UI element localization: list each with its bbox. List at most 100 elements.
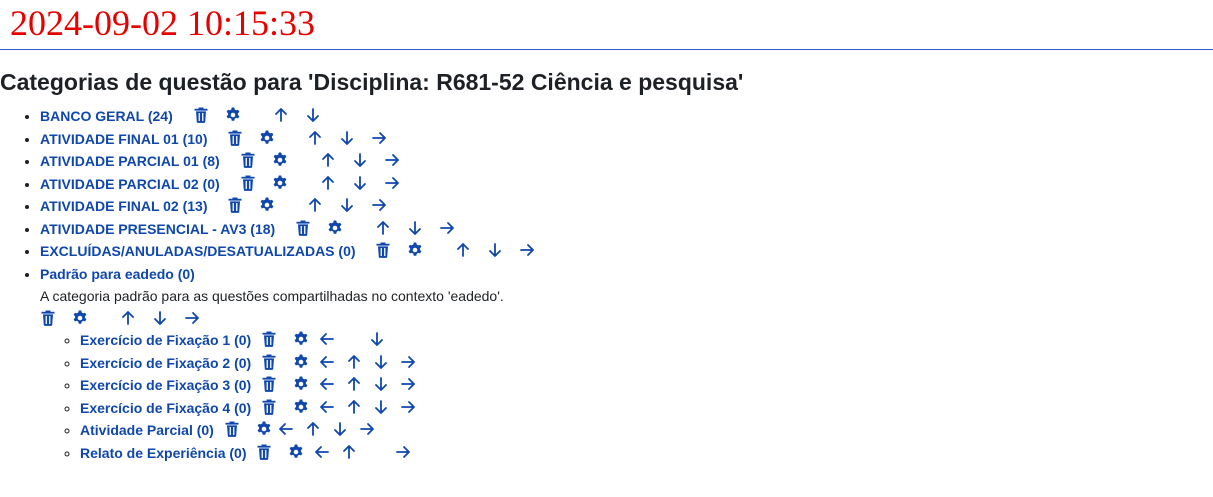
- arrow-right-icon[interactable]: [384, 175, 400, 191]
- list-item: BANCO GERAL (24): [40, 105, 535, 128]
- category-link[interactable]: BANCO GERAL (24): [40, 108, 173, 124]
- subcategory-list: Exercício de Fixação 1 (0) Exercício de …: [40, 329, 535, 464]
- arrow-down-icon[interactable]: [369, 331, 385, 347]
- settings-icon[interactable]: [259, 197, 275, 213]
- list-item: Atividade Parcial (0): [80, 419, 535, 442]
- arrow-up-icon[interactable]: [346, 376, 362, 392]
- subcategory-link[interactable]: Exercício de Fixação 2 (0): [80, 355, 251, 371]
- list-item: EXCLUÍDAS/ANULADAS/DESATUALIZADAS (0): [40, 240, 535, 263]
- arrow-right-icon[interactable]: [371, 197, 387, 213]
- arrow-up-icon[interactable]: [346, 354, 362, 370]
- arrow-down-icon[interactable]: [305, 107, 321, 123]
- arrow-right-icon[interactable]: [439, 220, 455, 236]
- list-item: Exercício de Fixação 4 (0): [80, 397, 535, 420]
- list-item: Exercício de Fixação 3 (0): [80, 374, 535, 397]
- delete-icon[interactable]: [256, 444, 272, 460]
- arrow-right-icon[interactable]: [384, 152, 400, 168]
- delete-icon[interactable]: [227, 130, 243, 146]
- settings-icon[interactable]: [293, 376, 309, 392]
- category-link[interactable]: ATIVIDADE PRESENCIAL - AV3 (18): [40, 221, 275, 237]
- arrow-right-icon[interactable]: [400, 399, 416, 415]
- arrow-down-icon[interactable]: [373, 399, 389, 415]
- arrow-left-icon[interactable]: [314, 444, 330, 460]
- arrow-right-icon[interactable]: [519, 242, 535, 258]
- arrow-right-icon[interactable]: [400, 376, 416, 392]
- settings-icon[interactable]: [288, 444, 304, 460]
- settings-icon[interactable]: [407, 242, 423, 258]
- category-link[interactable]: Padrão para eadedo (0): [40, 266, 195, 282]
- arrow-down-icon[interactable]: [487, 242, 503, 258]
- settings-icon[interactable]: [293, 354, 309, 370]
- list-item: Exercício de Fixação 1 (0): [80, 329, 535, 352]
- settings-icon[interactable]: [327, 220, 343, 236]
- delete-icon[interactable]: [261, 331, 277, 347]
- settings-icon[interactable]: [293, 331, 309, 347]
- arrow-down-icon[interactable]: [352, 175, 368, 191]
- arrow-left-icon[interactable]: [319, 376, 335, 392]
- timestamp: 2024-09-02 10:15:33: [10, 3, 315, 43]
- settings-icon[interactable]: [259, 130, 275, 146]
- settings-icon[interactable]: [72, 310, 88, 326]
- category-link[interactable]: ATIVIDADE FINAL 01 (10): [40, 131, 208, 147]
- arrow-up-icon[interactable]: [346, 399, 362, 415]
- list-item: ATIVIDADE PARCIAL 02 (0): [40, 173, 535, 196]
- category-link[interactable]: ATIVIDADE FINAL 02 (13): [40, 198, 208, 214]
- settings-icon[interactable]: [256, 421, 272, 437]
- arrow-right-icon[interactable]: [184, 310, 200, 326]
- arrow-up-icon[interactable]: [273, 107, 289, 123]
- delete-icon[interactable]: [224, 421, 240, 437]
- delete-icon[interactable]: [240, 175, 256, 191]
- arrow-up-icon[interactable]: [455, 242, 471, 258]
- arrow-down-icon[interactable]: [339, 197, 355, 213]
- header-divider: [0, 49, 1213, 50]
- arrow-down-icon[interactable]: [152, 310, 168, 326]
- arrow-up-icon[interactable]: [120, 310, 136, 326]
- delete-icon[interactable]: [375, 242, 391, 258]
- arrow-down-icon[interactable]: [332, 421, 348, 437]
- delete-icon[interactable]: [227, 197, 243, 213]
- arrow-left-icon[interactable]: [319, 399, 335, 415]
- arrow-up-icon[interactable]: [305, 421, 321, 437]
- arrow-down-icon[interactable]: [339, 130, 355, 146]
- delete-icon[interactable]: [295, 220, 311, 236]
- arrow-up-icon[interactable]: [307, 130, 323, 146]
- arrow-up-icon[interactable]: [307, 197, 323, 213]
- arrow-down-icon[interactable]: [373, 376, 389, 392]
- list-item: Padrão para eadedo (0) A categoria padrã…: [40, 263, 535, 465]
- page-title: Categorias de questão para 'Disciplina: …: [0, 69, 744, 95]
- settings-icon[interactable]: [225, 107, 241, 123]
- arrow-up-icon[interactable]: [375, 220, 391, 236]
- delete-icon[interactable]: [261, 354, 277, 370]
- subcategory-link[interactable]: Relato de Experiência (0): [80, 445, 247, 461]
- arrow-left-icon[interactable]: [319, 331, 335, 347]
- arrow-right-icon[interactable]: [395, 444, 411, 460]
- subcategory-link[interactable]: Exercício de Fixação 4 (0): [80, 400, 251, 416]
- category-link[interactable]: ATIVIDADE PARCIAL 01 (8): [40, 153, 220, 169]
- arrow-left-icon[interactable]: [319, 354, 335, 370]
- arrow-up-icon[interactable]: [341, 444, 357, 460]
- subcategory-link[interactable]: Exercício de Fixação 1 (0): [80, 332, 251, 348]
- arrow-up-icon[interactable]: [320, 152, 336, 168]
- delete-icon[interactable]: [261, 399, 277, 415]
- delete-icon[interactable]: [40, 310, 56, 326]
- delete-icon[interactable]: [193, 107, 209, 123]
- arrow-down-icon[interactable]: [407, 220, 423, 236]
- subcategory-link[interactable]: Exercício de Fixação 3 (0): [80, 377, 251, 393]
- delete-icon[interactable]: [261, 376, 277, 392]
- arrow-left-icon[interactable]: [278, 421, 294, 437]
- delete-icon[interactable]: [240, 152, 256, 168]
- arrow-right-icon[interactable]: [371, 130, 387, 146]
- settings-icon[interactable]: [293, 399, 309, 415]
- arrow-right-icon[interactable]: [359, 421, 375, 437]
- subcategory-link[interactable]: Atividade Parcial (0): [80, 422, 214, 438]
- list-item: ATIVIDADE PARCIAL 01 (8): [40, 150, 535, 173]
- arrow-right-icon[interactable]: [400, 354, 416, 370]
- arrow-down-icon[interactable]: [352, 152, 368, 168]
- arrow-down-icon[interactable]: [373, 354, 389, 370]
- category-link[interactable]: EXCLUÍDAS/ANULADAS/DESATUALIZADAS (0): [40, 243, 356, 259]
- arrow-up-icon[interactable]: [320, 175, 336, 191]
- settings-icon[interactable]: [272, 175, 288, 191]
- list-item: ATIVIDADE FINAL 02 (13): [40, 195, 535, 218]
- settings-icon[interactable]: [272, 152, 288, 168]
- category-link[interactable]: ATIVIDADE PARCIAL 02 (0): [40, 176, 220, 192]
